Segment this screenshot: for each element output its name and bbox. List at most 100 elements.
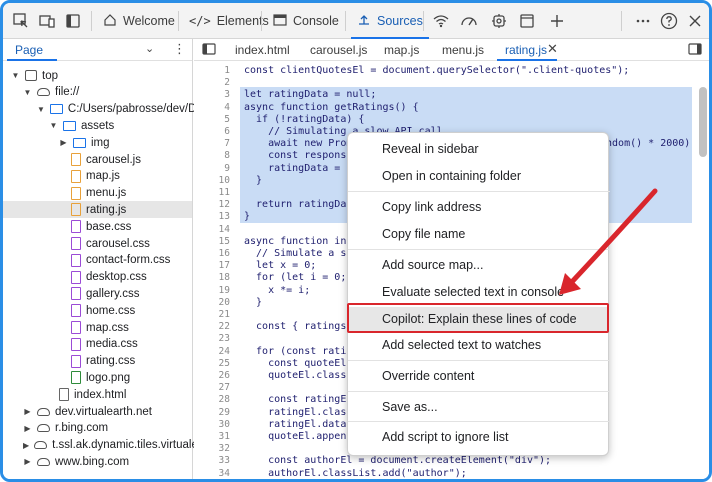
file-tab[interactable]: carousel.js [310, 43, 367, 57]
settings-gear-icon[interactable] [489, 11, 509, 31]
tree-item-label: t.ssl.ak.dynamic.tiles.virtualearth [52, 439, 218, 452]
tree-file[interactable]: logo.png [3, 369, 192, 386]
tree-file[interactable]: map.js [3, 168, 192, 185]
js-file-icon [71, 169, 81, 183]
tree-folder[interactable]: ▼ top [3, 67, 192, 84]
help-icon[interactable] [659, 11, 679, 31]
console-icon [273, 13, 287, 30]
tree-folder[interactable]: ▶ dev.virtualearth.net [3, 403, 192, 420]
collapse-arrow-icon[interactable]: ▶ [23, 424, 32, 433]
tree-file[interactable]: menu.js [3, 185, 192, 202]
sources-icon [357, 13, 371, 30]
folder-icon [63, 120, 76, 131]
close-tab-icon[interactable]: ✕ [547, 41, 558, 57]
frame-icon [25, 70, 37, 81]
toggle-navigator-icon[interactable] [202, 42, 216, 59]
tree-file[interactable]: media.css [3, 336, 192, 353]
tree-folder[interactable]: ▼ file:// [3, 84, 192, 101]
device-emulation-icon[interactable] [37, 11, 57, 31]
code-line: ratingEl.classL [244, 406, 359, 418]
tab-sources[interactable]: Sources [351, 3, 429, 39]
active-tab-indicator [7, 59, 57, 61]
js-file-icon [71, 186, 81, 200]
toolbar-separator [621, 11, 622, 31]
tree-folder[interactable]: ▶ img [3, 134, 192, 151]
code-line: const { ratings } [244, 321, 359, 333]
tab-elements[interactable]: </> Elements [189, 3, 269, 39]
code-line: ratingData = aw [244, 162, 359, 174]
file-tab[interactable]: index.html [235, 43, 290, 57]
tree-item-label: map.js [86, 170, 120, 183]
menu-item[interactable]: Save as... [348, 395, 610, 419]
tree-folder[interactable]: ▶ www.bing.com [3, 453, 192, 470]
line-number-gutter: 1 2 3 4 5 6 7 8 9 10 11 12 13 14 15 16 17 18 19 20 21 22 23 24 2… [194, 61, 230, 479]
more-vertical-icon[interactable]: ⋮ [173, 41, 186, 57]
tree-file[interactable]: base.css [3, 218, 192, 235]
line-number: 18 [218, 272, 230, 284]
line-number: 28 [218, 394, 230, 406]
file-tab[interactable]: menu.js [442, 43, 484, 57]
more-options-icon[interactable] [633, 11, 653, 31]
tree-file[interactable]: map.css [3, 319, 192, 336]
tree-folder[interactable]: ▼ assets [3, 117, 192, 134]
vertical-scrollbar[interactable] [699, 87, 707, 157]
file-tab[interactable]: map.js [384, 43, 419, 57]
expand-arrow-icon[interactable]: ▼ [11, 71, 20, 80]
collapse-arrow-icon[interactable]: ▶ [23, 407, 32, 416]
add-tab-plus-icon[interactable] [547, 11, 567, 31]
tree-file[interactable]: rating.css [3, 353, 192, 370]
expand-arrow-icon[interactable]: ▼ [23, 88, 32, 97]
chevron-down-icon[interactable]: ⌄ [145, 42, 154, 55]
tree-folder[interactable]: ▼ C:/Users/pabrosse/dev/Demo [3, 101, 219, 118]
tree-file[interactable]: home.css [3, 302, 192, 319]
menu-item[interactable]: Add selected text to watches [348, 333, 610, 357]
network-wifi-icon[interactable] [431, 11, 451, 31]
tree-file[interactable]: index.html [3, 386, 192, 403]
file-tab-active[interactable]: rating.js [505, 43, 547, 57]
line-number: 17 [218, 260, 230, 272]
collapse-arrow-icon[interactable]: ▶ [23, 441, 29, 450]
expand-arrow-icon[interactable]: ▼ [37, 105, 45, 114]
tree-file[interactable]: gallery.css [3, 285, 192, 302]
menu-item[interactable]: Override content [348, 364, 610, 388]
toggle-debugger-icon[interactable] [688, 42, 702, 59]
performance-gauge-icon[interactable] [459, 11, 479, 31]
tree-folder[interactable]: ▶ r.bing.com [3, 420, 192, 437]
tree-item-label: rating.css [86, 355, 136, 368]
line-number: 30 [218, 418, 230, 430]
code-line: if (!ratingData) { [244, 113, 365, 125]
line-number: 27 [218, 382, 230, 394]
line-number: 25 [218, 357, 230, 369]
img-file-icon [71, 371, 81, 385]
close-devtools-icon[interactable] [685, 11, 705, 31]
tree-item-label: media.css [86, 338, 138, 351]
tree-file[interactable]: contact-form.css [3, 252, 192, 269]
tree-folder[interactable]: ▶ t.ssl.ak.dynamic.tiles.virtualearth [3, 437, 218, 454]
tree-file[interactable]: carousel.css [3, 235, 192, 252]
application-panel-icon[interactable] [517, 11, 537, 31]
toggle-sidebar-icon[interactable] [63, 11, 83, 31]
menu-item[interactable]: Reveal in sidebar [348, 137, 610, 161]
line-number: 14 [218, 223, 230, 235]
line-number: 23 [218, 333, 230, 345]
collapse-arrow-icon[interactable]: ▶ [59, 138, 68, 147]
code-line: const quoteEl = [244, 357, 359, 369]
tab-welcome[interactable]: Welcome [103, 3, 175, 39]
html-file-icon [59, 388, 69, 402]
line-number: 24 [218, 345, 230, 357]
tab-label: Welcome [123, 14, 175, 28]
folder-icon [49, 104, 63, 115]
tree-item-label: home.css [86, 304, 136, 317]
tab-console[interactable]: Console [273, 3, 339, 39]
collapse-arrow-icon[interactable]: ▶ [23, 457, 32, 466]
code-line: quoteEl.classLi [244, 370, 359, 381]
expand-arrow-icon[interactable]: ▼ [49, 121, 58, 130]
menu-item[interactable]: Add script to ignore list [348, 425, 610, 449]
tab-page[interactable]: Page [15, 43, 43, 57]
tree-file[interactable]: carousel.js [3, 151, 192, 168]
code-line: x *= i; [244, 284, 311, 296]
tree-item-label: img [91, 136, 110, 149]
tree-file[interactable]: rating.js [3, 201, 192, 219]
tree-file[interactable]: desktop.css [3, 269, 192, 286]
inspect-element-icon[interactable] [11, 11, 31, 31]
